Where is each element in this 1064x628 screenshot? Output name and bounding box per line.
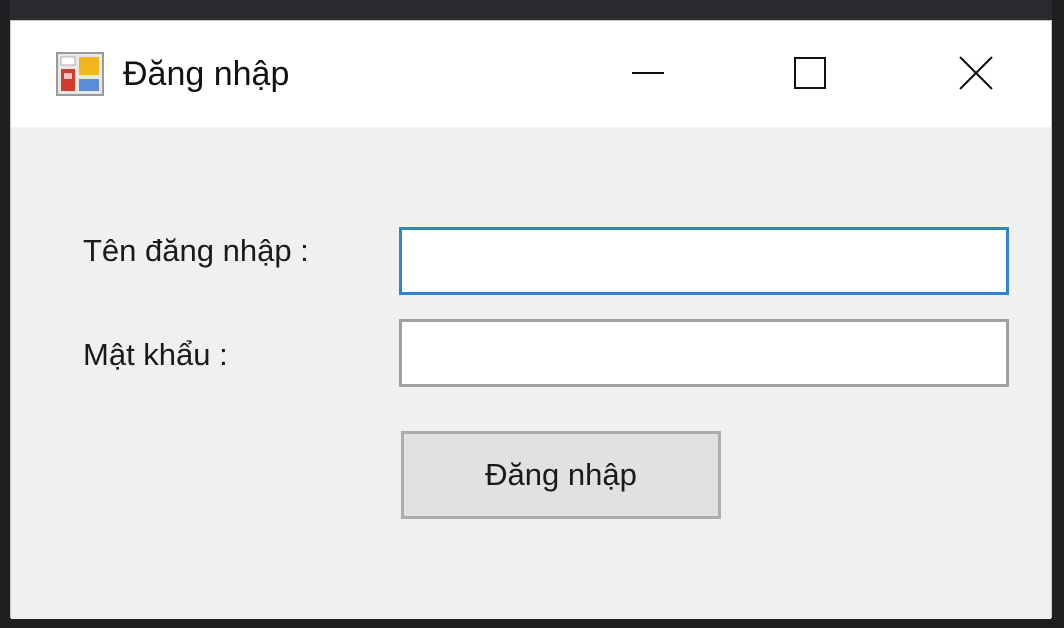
minimize-icon bbox=[632, 72, 664, 74]
password-field[interactable] bbox=[399, 319, 1009, 387]
username-label: Tên đăng nhập : bbox=[83, 233, 309, 268]
password-label: Mật khẩu : bbox=[83, 337, 228, 372]
background-ide-toolbar bbox=[0, 0, 1064, 20]
maximize-button[interactable] bbox=[775, 45, 845, 101]
login-form: Tên đăng nhập : Mật khẩu : Đăng nhập bbox=[11, 127, 1051, 619]
title-bar[interactable]: Đăng nhập bbox=[11, 21, 1051, 127]
close-button[interactable] bbox=[941, 45, 1011, 101]
form-app-icon bbox=[56, 52, 104, 96]
maximize-icon bbox=[794, 57, 826, 89]
minimize-button[interactable] bbox=[613, 45, 683, 101]
close-icon bbox=[959, 56, 993, 90]
login-button[interactable]: Đăng nhập bbox=[401, 431, 721, 519]
window-title: Đăng nhập bbox=[123, 55, 290, 93]
login-window: Đăng nhập Tên đăng nhập : Mật khẩu : Đăn… bbox=[10, 20, 1052, 619]
username-field[interactable] bbox=[399, 227, 1009, 295]
background-ide-bottom-edge bbox=[0, 618, 1064, 628]
background-ide-right-edge bbox=[1052, 0, 1064, 628]
background-ide-left-edge bbox=[0, 0, 10, 628]
